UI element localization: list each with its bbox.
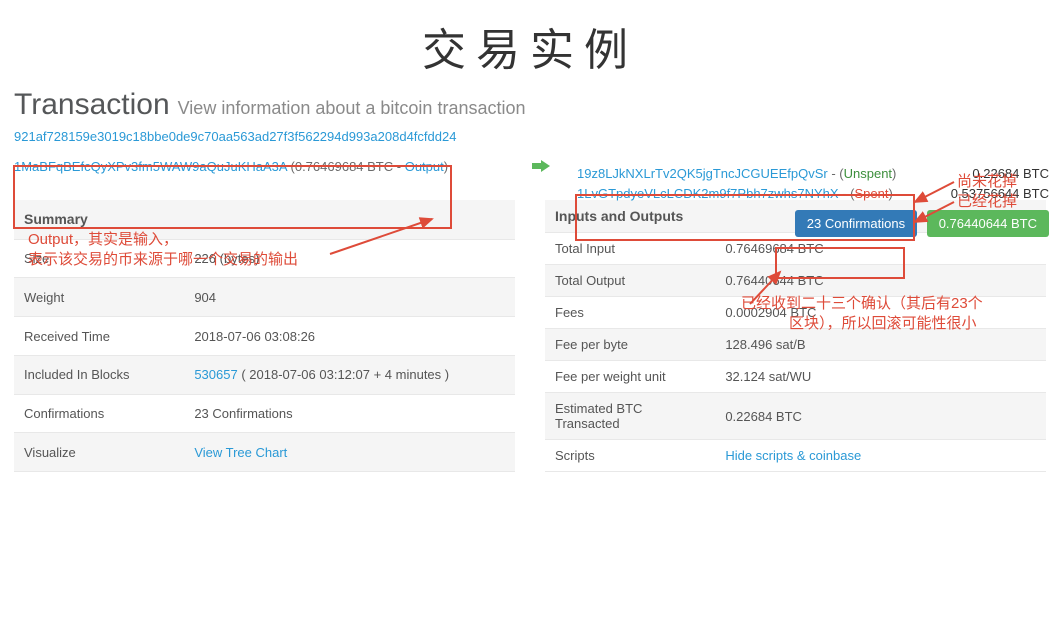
output-state: Unspent xyxy=(844,166,892,181)
table-row: Visualize xyxy=(14,433,184,472)
amount-badge: 0.76440644 BTC xyxy=(927,210,1049,237)
confirmations-badge: 23 Confirmations xyxy=(795,210,917,237)
io-table: Inputs and Outputs Total Input0.76469684… xyxy=(545,200,1046,472)
table-row: Confirmations xyxy=(14,394,184,433)
heading-word: Transaction xyxy=(14,88,170,122)
table-row: Fee per byte xyxy=(545,329,715,361)
outputs-block: 19z8LJkNXLrTv2QK5jgTncJCGUEEfpQvSr - (Un… xyxy=(577,164,1057,237)
output-address-link[interactable]: 1LvGTpdyeVLcLCDK2m9f7Pbh7zwhs7NYhX xyxy=(577,186,839,201)
summary-title: Summary xyxy=(14,200,515,239)
table-row: Total Output xyxy=(545,265,715,297)
tx-hash-link[interactable]: 921af728159e3019c18bbe0de9c70aa563ad27f3… xyxy=(14,129,456,144)
table-row: Received Time xyxy=(14,317,184,356)
table-row: Weight xyxy=(14,278,184,317)
transaction-heading: Transaction View information about a bit… xyxy=(14,88,1046,122)
output-amount: 0.22684 BTC xyxy=(972,164,1049,184)
transaction-details: 921af728159e3019c18bbe0de9c70aa563ad27f3… xyxy=(14,126,1046,178)
output-state: Spent xyxy=(855,186,889,201)
table-row: Total Input xyxy=(545,233,715,265)
block-link[interactable]: 530657 xyxy=(194,367,237,382)
output-address-link[interactable]: 19z8LJkNXLrTv2QK5jgTncJCGUEEfpQvSr xyxy=(577,166,828,181)
table-row: Estimated BTC Transacted xyxy=(545,393,715,440)
input-value: (0.76469684 BTC - Output) xyxy=(291,159,449,174)
input-address-link[interactable]: 1MaBFqBEfcQyXPv3fm5WAW9aQuJuKHaA3A xyxy=(14,159,287,174)
output-amount: 0.53756644 BTC xyxy=(951,184,1049,204)
heading-subtitle: View information about a bitcoin transac… xyxy=(178,98,526,119)
arrow-icon xyxy=(532,160,550,175)
table-row: Fee per weight unit xyxy=(545,361,715,393)
table-row: Size xyxy=(14,239,184,278)
input-output-link[interactable]: Output xyxy=(405,159,444,174)
view-tree-link[interactable]: View Tree Chart xyxy=(194,445,287,460)
table-row: Included In Blocks xyxy=(14,355,184,394)
summary-table: Summary Size226 (bytes) Weight904 Receiv… xyxy=(14,200,515,472)
hide-scripts-link[interactable]: Hide scripts & coinbase xyxy=(725,448,861,463)
table-row: Scripts xyxy=(545,440,715,472)
page-title: 交易实例 xyxy=(0,14,1060,78)
table-row: Fees xyxy=(545,297,715,329)
